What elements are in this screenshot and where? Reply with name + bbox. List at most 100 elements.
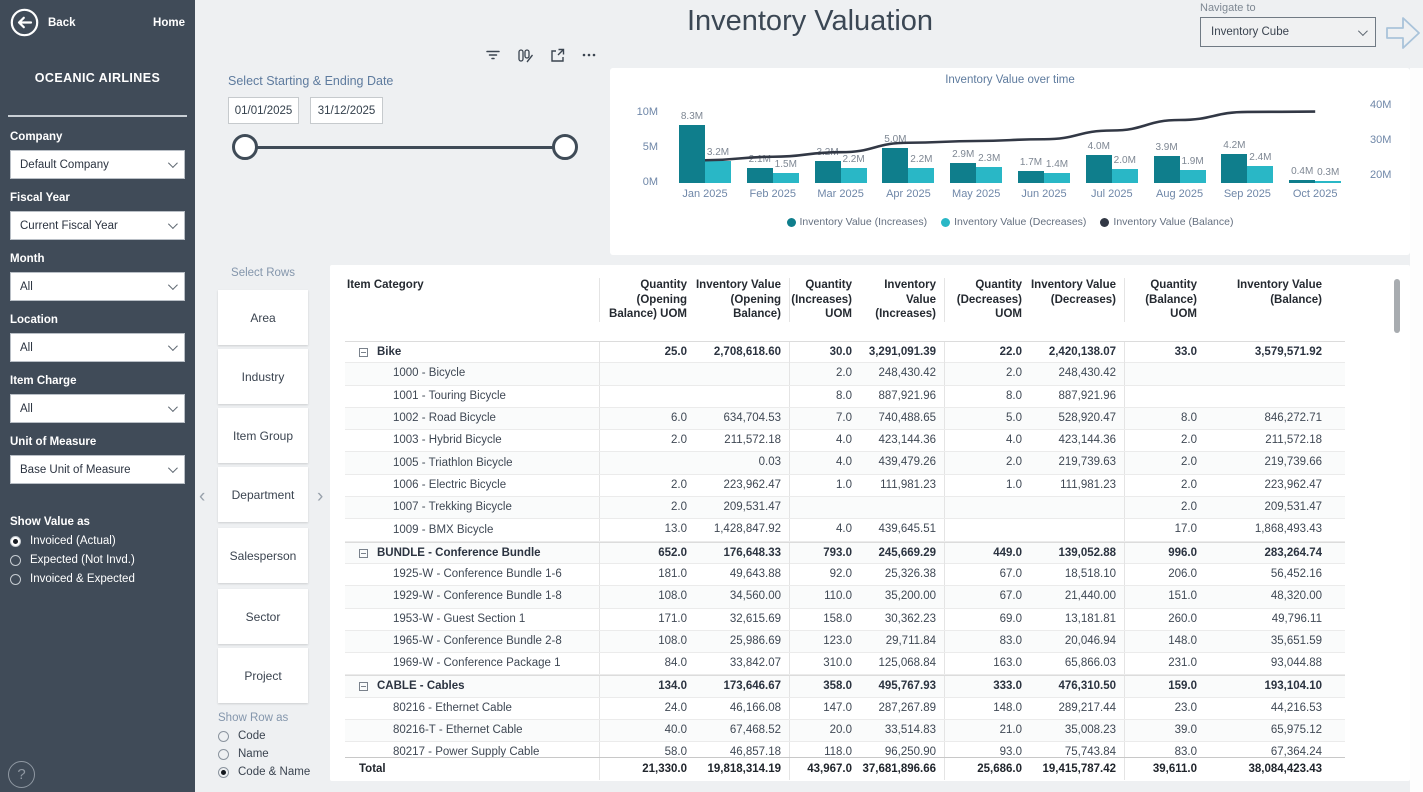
cell-value: 245,669.29 [860, 543, 945, 564]
table-row[interactable]: 80216-T - Ethernet Cable40.067,468.5220.… [345, 720, 1345, 742]
table-row[interactable]: 80216 - Ethernet Cable24.046,166.08147.0… [345, 698, 1345, 720]
show-value-option-invoiced-actual[interactable]: Invoiced (Actual) [10, 535, 185, 547]
table-row[interactable]: 1001 - Touring Bicycle8.0887,921.968.088… [345, 386, 1345, 408]
table-row[interactable]: 80217 - Power Supply Cable58.046,857.181… [345, 742, 1345, 757]
table-row[interactable]: 1009 - BMX Bicycle13.01,428,847.924.0439… [345, 519, 1345, 541]
bar-inventory-value-decreases-may-2025[interactable] [976, 167, 1002, 183]
bar-inventory-value-increases-feb-2025[interactable] [747, 168, 773, 183]
table-row[interactable]: 1929-W - Conference Bundle 1-8108.034,56… [345, 586, 1345, 608]
filter-dropdown-fiscal-year[interactable]: Current Fiscal Year [10, 211, 185, 240]
table-row[interactable]: 1925-W - Conference Bundle 1-6181.049,64… [345, 564, 1345, 586]
table-row[interactable]: 1003 - Hybrid Bicycle2.0211,572.184.0423… [345, 430, 1345, 452]
column-header-inventory-value-opening-balance[interactable]: Inventory Value (Opening Balance) [695, 278, 790, 322]
select-rows-button-department[interactable]: Department [218, 467, 308, 522]
row-name: 1009 - BMX Bicycle [345, 519, 600, 540]
bar-inventory-value-decreases-jun-2025[interactable] [1044, 173, 1070, 183]
help-icon[interactable]: ? [8, 761, 35, 788]
bar-inventory-value-decreases-apr-2025[interactable] [908, 168, 934, 183]
column-header-item-category[interactable]: Item Category [345, 278, 600, 322]
bar-inventory-value-decreases-jul-2025[interactable] [1112, 169, 1138, 183]
bar-inventory-value-increases-oct-2025[interactable] [1289, 180, 1315, 183]
date-slider-track[interactable] [245, 146, 565, 149]
show-value-option-expected-not-invd[interactable]: Expected (Not Invd.) [10, 554, 185, 566]
back-button[interactable]: Back [10, 8, 76, 37]
select-rows-button-sector[interactable]: Sector [218, 589, 308, 644]
legend-item-inventory-value-increases[interactable]: Inventory Value (Increases) [787, 216, 928, 228]
select-rows-button-salesperson[interactable]: Salesperson [218, 528, 308, 583]
y-axis-tick-right: 30M [1370, 134, 1410, 146]
table-row[interactable]: 1005 - Triathlon Bicycle0.034.0439,479.2… [345, 452, 1345, 474]
select-rows-button-industry[interactable]: Industry [218, 349, 308, 404]
show-row-option-code-name[interactable]: Code & Name [218, 766, 328, 778]
cell-value: 176,648.33 [695, 543, 790, 564]
column-header-inventory-value-increases[interactable]: Inventory Value (Increases) [860, 278, 945, 322]
column-header-quantity-opening-balance-uom[interactable]: Quantity (Opening Balance) UOM [600, 278, 695, 322]
total-value: 38,084,423.43 [1205, 758, 1330, 780]
table-row[interactable]: 1969-W - Conference Package 184.033,842.… [345, 653, 1345, 675]
start-date-input[interactable]: 01/01/2025 [228, 97, 299, 124]
bar-inventory-value-decreases-oct-2025[interactable] [1315, 181, 1341, 183]
navigate-to-dropdown[interactable]: Inventory Cube [1200, 17, 1376, 47]
table-row[interactable]: 1965-W - Conference Bundle 2-8108.025,98… [345, 631, 1345, 653]
cell-value [1205, 386, 1330, 407]
row-label: Bike [377, 342, 401, 363]
home-button[interactable]: Home [153, 17, 185, 29]
cell-value: 1.0 [790, 475, 860, 496]
table-row[interactable]: 1006 - Electric Bicycle2.0223,962.471.01… [345, 475, 1345, 497]
show-value-option-invoiced-expected[interactable]: Invoiced & Expected [10, 573, 185, 585]
end-date-input[interactable]: 31/12/2025 [310, 97, 383, 124]
collapse-icon[interactable] [359, 549, 368, 558]
sidebar-divider [8, 115, 187, 117]
cell-value: 476,310.50 [1030, 676, 1125, 697]
column-header-quantity-balance-uom[interactable]: Quantity (Balance) UOM [1125, 278, 1205, 322]
edit-icon[interactable] [512, 42, 538, 68]
bar-inventory-value-decreases-sep-2025[interactable] [1247, 166, 1273, 183]
select-rows-button-item-group[interactable]: Item Group [218, 408, 308, 463]
bar-inventory-value-decreases-mar-2025[interactable] [841, 168, 867, 183]
bar-inventory-value-decreases-feb-2025[interactable] [773, 173, 799, 184]
filter-icon[interactable] [480, 42, 506, 68]
cell-value: 108.0 [600, 586, 695, 607]
legend-item-inventory-value-balance[interactable]: Inventory Value (Balance) [1100, 216, 1233, 228]
column-header-inventory-value-decreases[interactable]: Inventory Value (Decreases) [1030, 278, 1125, 322]
column-header-inventory-value-balance[interactable]: Inventory Value (Balance) [1205, 278, 1330, 322]
column-header-quantity-decreases-uom[interactable]: Quantity (Decreases) UOM [945, 278, 1030, 322]
total-value: 21,330.0 [600, 758, 695, 780]
bar-inventory-value-decreases-aug-2025[interactable] [1180, 170, 1206, 183]
chevron-left-icon[interactable]: ‹ [199, 486, 205, 508]
cell-value: 219,739.63 [1030, 452, 1125, 473]
show-row-option-name[interactable]: Name [218, 748, 328, 760]
bar-inventory-value-decreases-jan-2025[interactable] [705, 161, 731, 183]
row-name: 1002 - Road Bicycle [345, 408, 600, 429]
chevron-right-icon[interactable]: › [317, 486, 323, 508]
date-slider-handle-end[interactable] [552, 134, 578, 160]
table-scrollbar-thumb[interactable] [1394, 279, 1400, 333]
table-group-row[interactable]: Bike25.02,708,618.6030.03,291,091.3922.0… [345, 341, 1345, 363]
legend-item-inventory-value-decreases[interactable]: Inventory Value (Decreases) [941, 216, 1086, 228]
table-row[interactable]: 1007 - Trekking Bicycle2.0209,531.472.02… [345, 497, 1345, 519]
cell-value: 92.0 [790, 564, 860, 585]
table-group-row[interactable]: CABLE - Cables134.0173,646.67358.0495,76… [345, 675, 1345, 697]
select-rows-button-area[interactable]: Area [218, 290, 308, 345]
focus-mode-icon[interactable] [544, 42, 570, 68]
table-row[interactable]: 1002 - Road Bicycle6.0634,704.537.0740,4… [345, 408, 1345, 430]
bar-inventory-value-increases-may-2025[interactable] [950, 163, 976, 183]
filter-dropdown-unit-of-measure[interactable]: Base Unit of Measure [10, 455, 185, 484]
bar-inventory-value-increases-jun-2025[interactable] [1018, 171, 1044, 183]
show-row-option-code[interactable]: Code [218, 730, 328, 742]
table-group-row[interactable]: BUNDLE - Conference Bundle652.0176,648.3… [345, 542, 1345, 564]
column-header-quantity-increases-uom[interactable]: Quantity (Increases) UOM [790, 278, 860, 322]
filter-dropdown-location[interactable]: All [10, 333, 185, 362]
table-row[interactable]: 1000 - Bicycle2.0248,430.422.0248,430.42 [345, 363, 1345, 385]
date-slider-handle-start[interactable] [232, 134, 258, 160]
radio-label: Code [238, 730, 266, 742]
filter-dropdown-month[interactable]: All [10, 272, 185, 301]
select-rows-button-project[interactable]: Project [218, 648, 308, 703]
more-options-icon[interactable] [576, 42, 602, 68]
table-row[interactable]: 1953-W - Guest Section 1171.032,615.6915… [345, 609, 1345, 631]
navigate-arrow-button[interactable] [1384, 12, 1422, 54]
collapse-icon[interactable] [359, 682, 368, 691]
filter-dropdown-item-charge[interactable]: All [10, 394, 185, 423]
filter-dropdown-company[interactable]: Default Company [10, 150, 185, 179]
collapse-icon[interactable] [359, 348, 368, 357]
